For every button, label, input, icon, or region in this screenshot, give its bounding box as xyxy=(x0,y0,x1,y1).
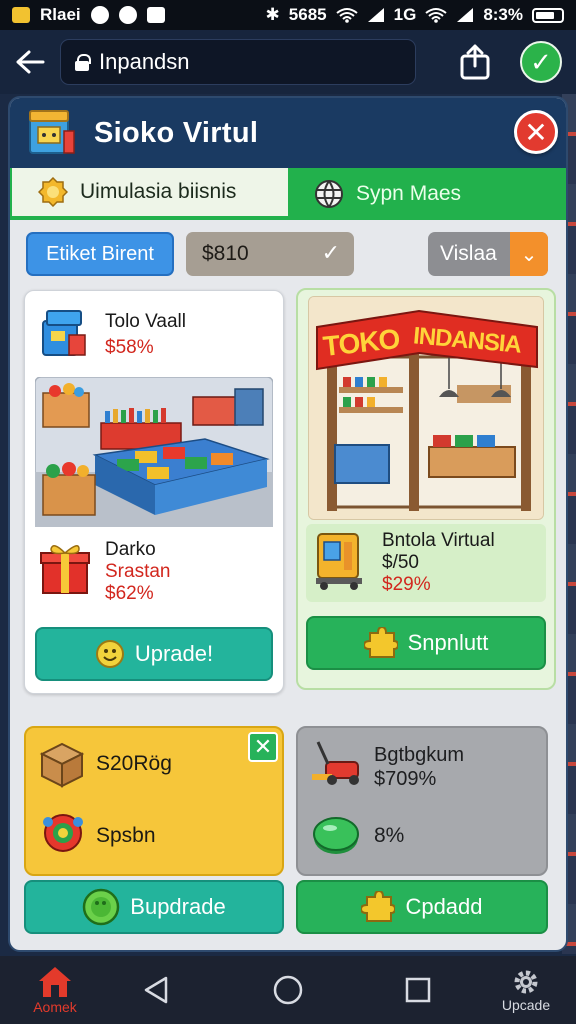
item-price: $709% xyxy=(374,768,437,790)
item-name: Bntola Virtual xyxy=(382,530,495,551)
chevron-down-icon: ⌄ xyxy=(510,232,548,276)
box-icon xyxy=(39,742,85,788)
circle-home-icon xyxy=(273,975,303,1005)
share-icon[interactable] xyxy=(459,44,491,80)
card-row-text: S20Rög xyxy=(96,752,172,775)
store-illustration: TOKO INDANSIA xyxy=(308,296,544,520)
nav-home-circle-button[interactable] xyxy=(266,956,310,1024)
signal-icon-2 xyxy=(457,8,474,22)
price-dropdown[interactable]: $810 ✓ xyxy=(186,232,354,276)
item-price: $62% xyxy=(105,583,154,604)
item-name: Darko xyxy=(105,539,156,560)
tab-label: Uimulasia biisnis xyxy=(80,180,237,203)
nav-upgrade-label: Upcade xyxy=(501,997,551,1013)
item-price: $/50 xyxy=(382,552,419,573)
gear-icon xyxy=(514,970,538,994)
cpdadd-button[interactable]: Cpdadd xyxy=(296,880,548,934)
message-icon xyxy=(118,6,137,24)
button-label: Snpnlutt xyxy=(407,630,489,655)
wifi-icon xyxy=(336,8,358,23)
item-subtitle: Srastan xyxy=(105,561,171,582)
nav-home-label: Aomek xyxy=(33,999,77,1015)
network-icon: 1G xyxy=(393,5,417,24)
gift-icon xyxy=(40,545,90,594)
item-price: $58% xyxy=(105,337,154,358)
bupdrade-button[interactable]: Bupdrade xyxy=(24,880,284,934)
status-left-text: Rlaei xyxy=(40,5,81,24)
item-percent: $29% xyxy=(382,574,431,595)
lawnmower-icon xyxy=(312,741,359,785)
region-dropdown[interactable]: Vislaa ⌄ xyxy=(428,232,548,276)
percent-text: 8% xyxy=(374,824,405,847)
triangle-back-icon xyxy=(144,976,168,1004)
toy-store-illustration xyxy=(35,377,273,527)
signal-icon xyxy=(367,8,384,22)
badge-icon xyxy=(38,177,68,207)
nav-upgrade[interactable]: Upcade xyxy=(488,956,564,1024)
back-arrow-icon[interactable] xyxy=(0,30,60,94)
item-name: Bgtbgkum xyxy=(374,744,465,766)
url-text: Inpandsn xyxy=(99,49,190,74)
dialog-title: Sioko Virtul xyxy=(94,116,259,149)
store-dialog: Sioko Virtul ✕ Uimulasia biisnis Sypn Ma… xyxy=(8,96,568,952)
home-icon xyxy=(39,967,71,997)
whatsapp-check-icon[interactable]: ✓ xyxy=(520,41,562,83)
region-value: Vislaa xyxy=(440,242,497,265)
battery-icon xyxy=(532,7,564,23)
store-card-right: TOKO INDANSIA Bntola Virtual $/50 $29% S… xyxy=(296,288,556,690)
upgrade-card-yellow: S20Rög ✕ Spsbn xyxy=(24,726,284,876)
product-card-left: Tolo Vaall $58% Darko Srastan $62% Uprad… xyxy=(24,290,284,694)
upgrade-button[interactable]: Uprade! xyxy=(35,627,273,681)
filter-row: Etiket Birent $810 ✓ Vislaa ⌄ xyxy=(24,232,556,278)
snap-button[interactable]: Snpnlutt xyxy=(306,616,546,670)
button-label: Cpdadd xyxy=(405,894,483,919)
card-row-text: Spsbn xyxy=(96,824,156,847)
tab-business-simulation[interactable]: Uimulasia biisnis xyxy=(12,168,288,220)
notification-icon xyxy=(12,7,30,23)
clock-icon xyxy=(90,6,109,24)
puzzle-icon xyxy=(363,627,398,658)
globe-icon xyxy=(315,180,343,208)
cart-machine-icon xyxy=(316,533,362,590)
browser-toolbar: Inpandsn ✓ xyxy=(0,30,576,94)
puzzle-icon xyxy=(361,891,396,922)
nav-recents-button[interactable] xyxy=(398,956,438,1024)
nav-home[interactable]: Aomek xyxy=(20,956,90,1024)
tab-label: Sypn Maes xyxy=(356,182,462,205)
tab-shop-mode[interactable]: Sypn Maes xyxy=(288,168,564,220)
status-center-text: 5685 xyxy=(288,5,327,24)
item-name: Tolo Vaall xyxy=(105,311,186,332)
wifi-icon-2 xyxy=(425,8,447,23)
tab-bar: Uimulasia biisnis Sypn Maes xyxy=(10,168,566,220)
button-label: Bupdrade xyxy=(130,894,226,919)
url-bar[interactable]: Inpandsn xyxy=(60,39,416,85)
battery-percent: 8:3% xyxy=(483,5,523,24)
close-card-button[interactable]: ✕ xyxy=(248,732,278,762)
price-value: $810 xyxy=(202,242,249,265)
status-bar: Rlaei ✱ 5685 1G 8:3% xyxy=(0,0,576,30)
ticket-button[interactable]: Etiket Birent xyxy=(26,232,174,276)
smile-coin-icon xyxy=(95,640,124,668)
bluetooth-icon: ✱ xyxy=(265,5,280,24)
button-label: Uprade! xyxy=(134,641,214,666)
bottom-navigation: Aomek Upcade xyxy=(0,956,576,1024)
lock-icon xyxy=(75,54,91,71)
green-button-icon xyxy=(313,817,359,854)
item-card-gray: Bgtbgkum $709% 8% xyxy=(296,726,548,876)
coin-icon xyxy=(83,888,120,926)
nav-back-button[interactable] xyxy=(136,956,176,1024)
register-icon xyxy=(42,310,86,356)
square-recents-icon xyxy=(405,977,431,1003)
app-icon-small xyxy=(146,7,165,23)
close-button[interactable]: ✕ xyxy=(514,110,558,154)
gear-flower-icon xyxy=(43,814,83,852)
dialog-header: Sioko Virtul ✕ xyxy=(10,98,566,168)
store-app-icon xyxy=(29,110,75,154)
check-icon: ✓ xyxy=(321,240,340,265)
